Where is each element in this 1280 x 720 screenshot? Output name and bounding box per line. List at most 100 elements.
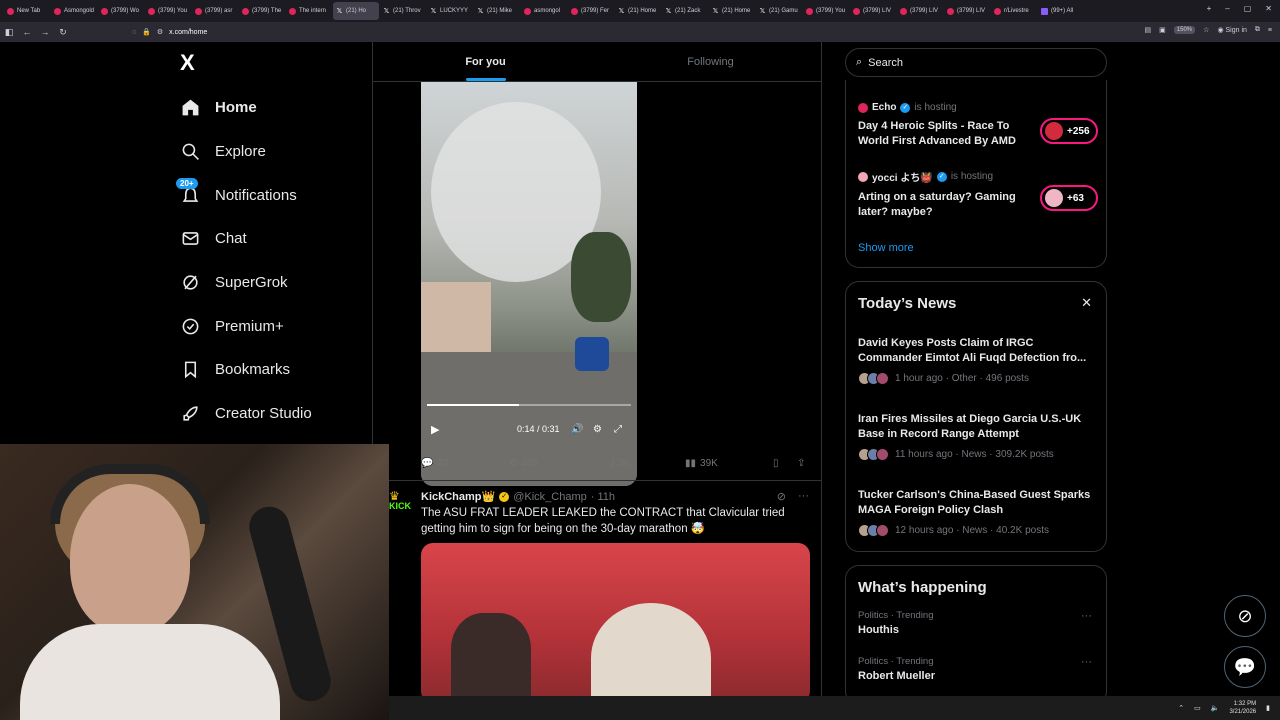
nav-item-creator-studio[interactable]: Creator Studio xyxy=(180,392,312,436)
youtube-icon xyxy=(571,7,578,15)
post-media[interactable] xyxy=(421,543,810,703)
browser-tab[interactable]: (3799) You xyxy=(803,2,849,20)
reload-icon[interactable]: ↻ xyxy=(54,27,72,38)
volume-icon[interactable]: 🔊 xyxy=(571,424,583,435)
extensions-icon[interactable]: ⧉ xyxy=(1255,26,1260,34)
post-time[interactable]: · 11h xyxy=(591,491,615,503)
browser-tab[interactable]: 𝕏 (21) Throv xyxy=(380,2,426,20)
fullscreen-icon[interactable]: ⤢ xyxy=(614,424,622,435)
video-player[interactable]: ▶ 0:14 / 0:31 🔊 ⚙ ⤢ xyxy=(421,82,637,486)
firefox-icon xyxy=(7,7,14,15)
trend-topic: Houthis xyxy=(858,624,899,636)
live-listeners-pill[interactable]: +256 xyxy=(1040,118,1098,144)
show-more-link[interactable]: Show more xyxy=(858,242,914,254)
grok-icon[interactable]: ⊘ xyxy=(777,490,786,503)
maximize-icon[interactable]: ▢ xyxy=(1244,4,1252,13)
nav-item-bookmarks[interactable]: Bookmarks xyxy=(180,348,312,392)
play-icon[interactable]: ▶ xyxy=(431,423,439,436)
post-author-handle[interactable]: @Kick_Champ xyxy=(513,491,587,503)
verified-badge-icon: ✓ xyxy=(499,491,510,502)
close-icon[interactable]: ✕ xyxy=(1081,295,1092,311)
browser-tab[interactable]: The intern xyxy=(286,2,332,20)
news-item[interactable]: Iran Fires Missiles at Diego Garcia U.S.… xyxy=(858,412,1098,461)
settings-gear-icon[interactable]: ⚙ xyxy=(593,424,602,435)
volume-icon[interactable]: 🔈 xyxy=(1211,704,1220,712)
browser-tab[interactable]: 𝕏 (21) Home xyxy=(709,2,755,20)
nav-item-notifications[interactable]: 20+ Notifications xyxy=(176,173,312,217)
browser-tab[interactable]: (3799) You xyxy=(145,2,191,20)
new-tab-button[interactable]: + xyxy=(1207,4,1212,13)
chat-fab-button[interactable]: 💬 xyxy=(1224,646,1266,688)
search-input[interactable]: ⌕ Search xyxy=(845,48,1107,77)
news-title: David Keyes Posts Claim of IRGC Commande… xyxy=(858,337,1087,364)
browser-tab[interactable]: asmongol xyxy=(521,2,567,20)
sign-in-button[interactable]: ◉ Sign in xyxy=(1217,26,1246,34)
repost-button[interactable]: ⟲ 406 xyxy=(509,458,538,469)
browser-tab[interactable]: 𝕏 (21) Mike xyxy=(474,2,520,20)
more-icon[interactable]: ··· xyxy=(1081,610,1092,622)
close-window-icon[interactable]: ✕ xyxy=(1265,4,1272,13)
network-icon[interactable]: ▭ xyxy=(1194,704,1201,712)
clock[interactable]: 1:32 PM 3/21/2026 xyxy=(1229,700,1256,716)
browser-tab[interactable]: (3799) LIV xyxy=(897,2,943,20)
bookmark-post-icon[interactable]: ▯ xyxy=(773,458,779,469)
tab-following[interactable]: Following xyxy=(598,42,821,81)
post-author-name[interactable]: KickChamp👑 xyxy=(421,490,495,503)
x-logo[interactable]: X xyxy=(180,52,202,74)
news-meta-text: 12 hours ago · News · 40.2K posts xyxy=(895,525,1049,536)
browser-tab[interactable]: (3799) The xyxy=(239,2,285,20)
nav-item-supergrok[interactable]: SuperGrok xyxy=(180,261,312,305)
more-icon[interactable]: ··· xyxy=(798,490,809,503)
tab-for-you[interactable]: For you xyxy=(373,42,598,81)
browser-tab[interactable]: (3799) Fer xyxy=(568,2,614,20)
nav-item-explore[interactable]: Explore xyxy=(180,130,312,174)
post[interactable]: ♛ KICK KickChamp👑 ✓ @Kick_Champ · 11h ⊘ … xyxy=(373,480,821,703)
browser-tab[interactable]: 𝕏 (21) Home xyxy=(615,2,661,20)
browser-tab[interactable]: 𝕏 (21) Gamu xyxy=(756,2,802,20)
notification-icon[interactable]: ▮ xyxy=(1266,704,1270,712)
nav-item-premium[interactable]: Premium+ xyxy=(180,304,312,348)
reply-button[interactable]: 💬 37 xyxy=(421,458,449,469)
browser-tab[interactable]: (99+) All xyxy=(1038,2,1084,20)
browser-tab[interactable]: Asmongold xyxy=(51,2,97,20)
bookmark-star-icon[interactable]: ☆ xyxy=(1203,26,1209,34)
video-scrubber[interactable] xyxy=(427,404,631,406)
browser-tab[interactable]: 𝕏 LUCKYYY xyxy=(427,2,473,20)
x-icon: 𝕏 xyxy=(477,7,484,15)
live-item[interactable]: yocci よち👹 ✓ is hosting Arting on a satur… xyxy=(858,169,1098,220)
menu-icon[interactable]: ≡ xyxy=(1268,27,1272,34)
sidebar-toggle-icon[interactable]: ◧ xyxy=(0,27,18,38)
minimize-icon[interactable]: – xyxy=(1225,4,1229,13)
browser-tab[interactable]: 𝕏 (21) Zack xyxy=(662,2,708,20)
news-item[interactable]: David Keyes Posts Claim of IRGC Commande… xyxy=(858,336,1098,385)
avatar[interactable]: ♛ KICK xyxy=(389,490,413,515)
live-listeners-pill[interactable]: +63 xyxy=(1040,185,1098,211)
browser-tab[interactable]: (3799) Wo xyxy=(98,2,144,20)
x-icon: 𝕏 xyxy=(383,7,390,15)
browser-tab[interactable]: New Tab xyxy=(4,2,50,20)
share-icon[interactable]: ⇪ xyxy=(797,458,805,469)
browser-tab[interactable]: r/Livestre xyxy=(991,2,1037,20)
nav-item-chat[interactable]: Chat xyxy=(180,217,312,261)
browser-tab[interactable]: (3799) LIV xyxy=(850,2,896,20)
trend-item[interactable]: Politics · Trending Robert Mueller ··· xyxy=(858,656,1098,682)
browser-tab-label: (21) Mike xyxy=(487,8,513,14)
views-button[interactable]: ▮▮ 39K xyxy=(685,458,718,469)
reader-icon[interactable]: ▤ xyxy=(1145,26,1152,34)
like-button[interactable]: ♡ 1.3K xyxy=(597,458,631,469)
address-bar[interactable]: ◌ 🔒 ⚙ x.com/home xyxy=(132,28,207,37)
browser-tab[interactable]: 𝕏 (21) Ho xyxy=(333,2,379,20)
browser-tab[interactable]: (3799) asr xyxy=(192,2,238,20)
zoom-level[interactable]: 150% xyxy=(1173,26,1196,34)
forward-icon[interactable]: → xyxy=(36,27,54,37)
back-icon[interactable]: ← xyxy=(18,27,36,37)
grok-fab-button[interactable]: ⊘ xyxy=(1224,595,1266,637)
browser-tab[interactable]: (3799) LIV xyxy=(944,2,990,20)
pip-icon[interactable]: ▣ xyxy=(1159,26,1166,34)
news-item[interactable]: Tucker Carlson's China-Based Guest Spark… xyxy=(858,488,1098,537)
live-item[interactable]: Echo ✓ is hosting Day 4 Heroic Splits - … xyxy=(858,102,1098,149)
more-icon[interactable]: ··· xyxy=(1081,656,1092,668)
nav-item-home[interactable]: Home xyxy=(180,86,312,130)
tray-chevron-icon[interactable]: ⌃ xyxy=(1178,704,1184,712)
trend-item[interactable]: Politics · Trending Houthis ··· xyxy=(858,610,1098,636)
